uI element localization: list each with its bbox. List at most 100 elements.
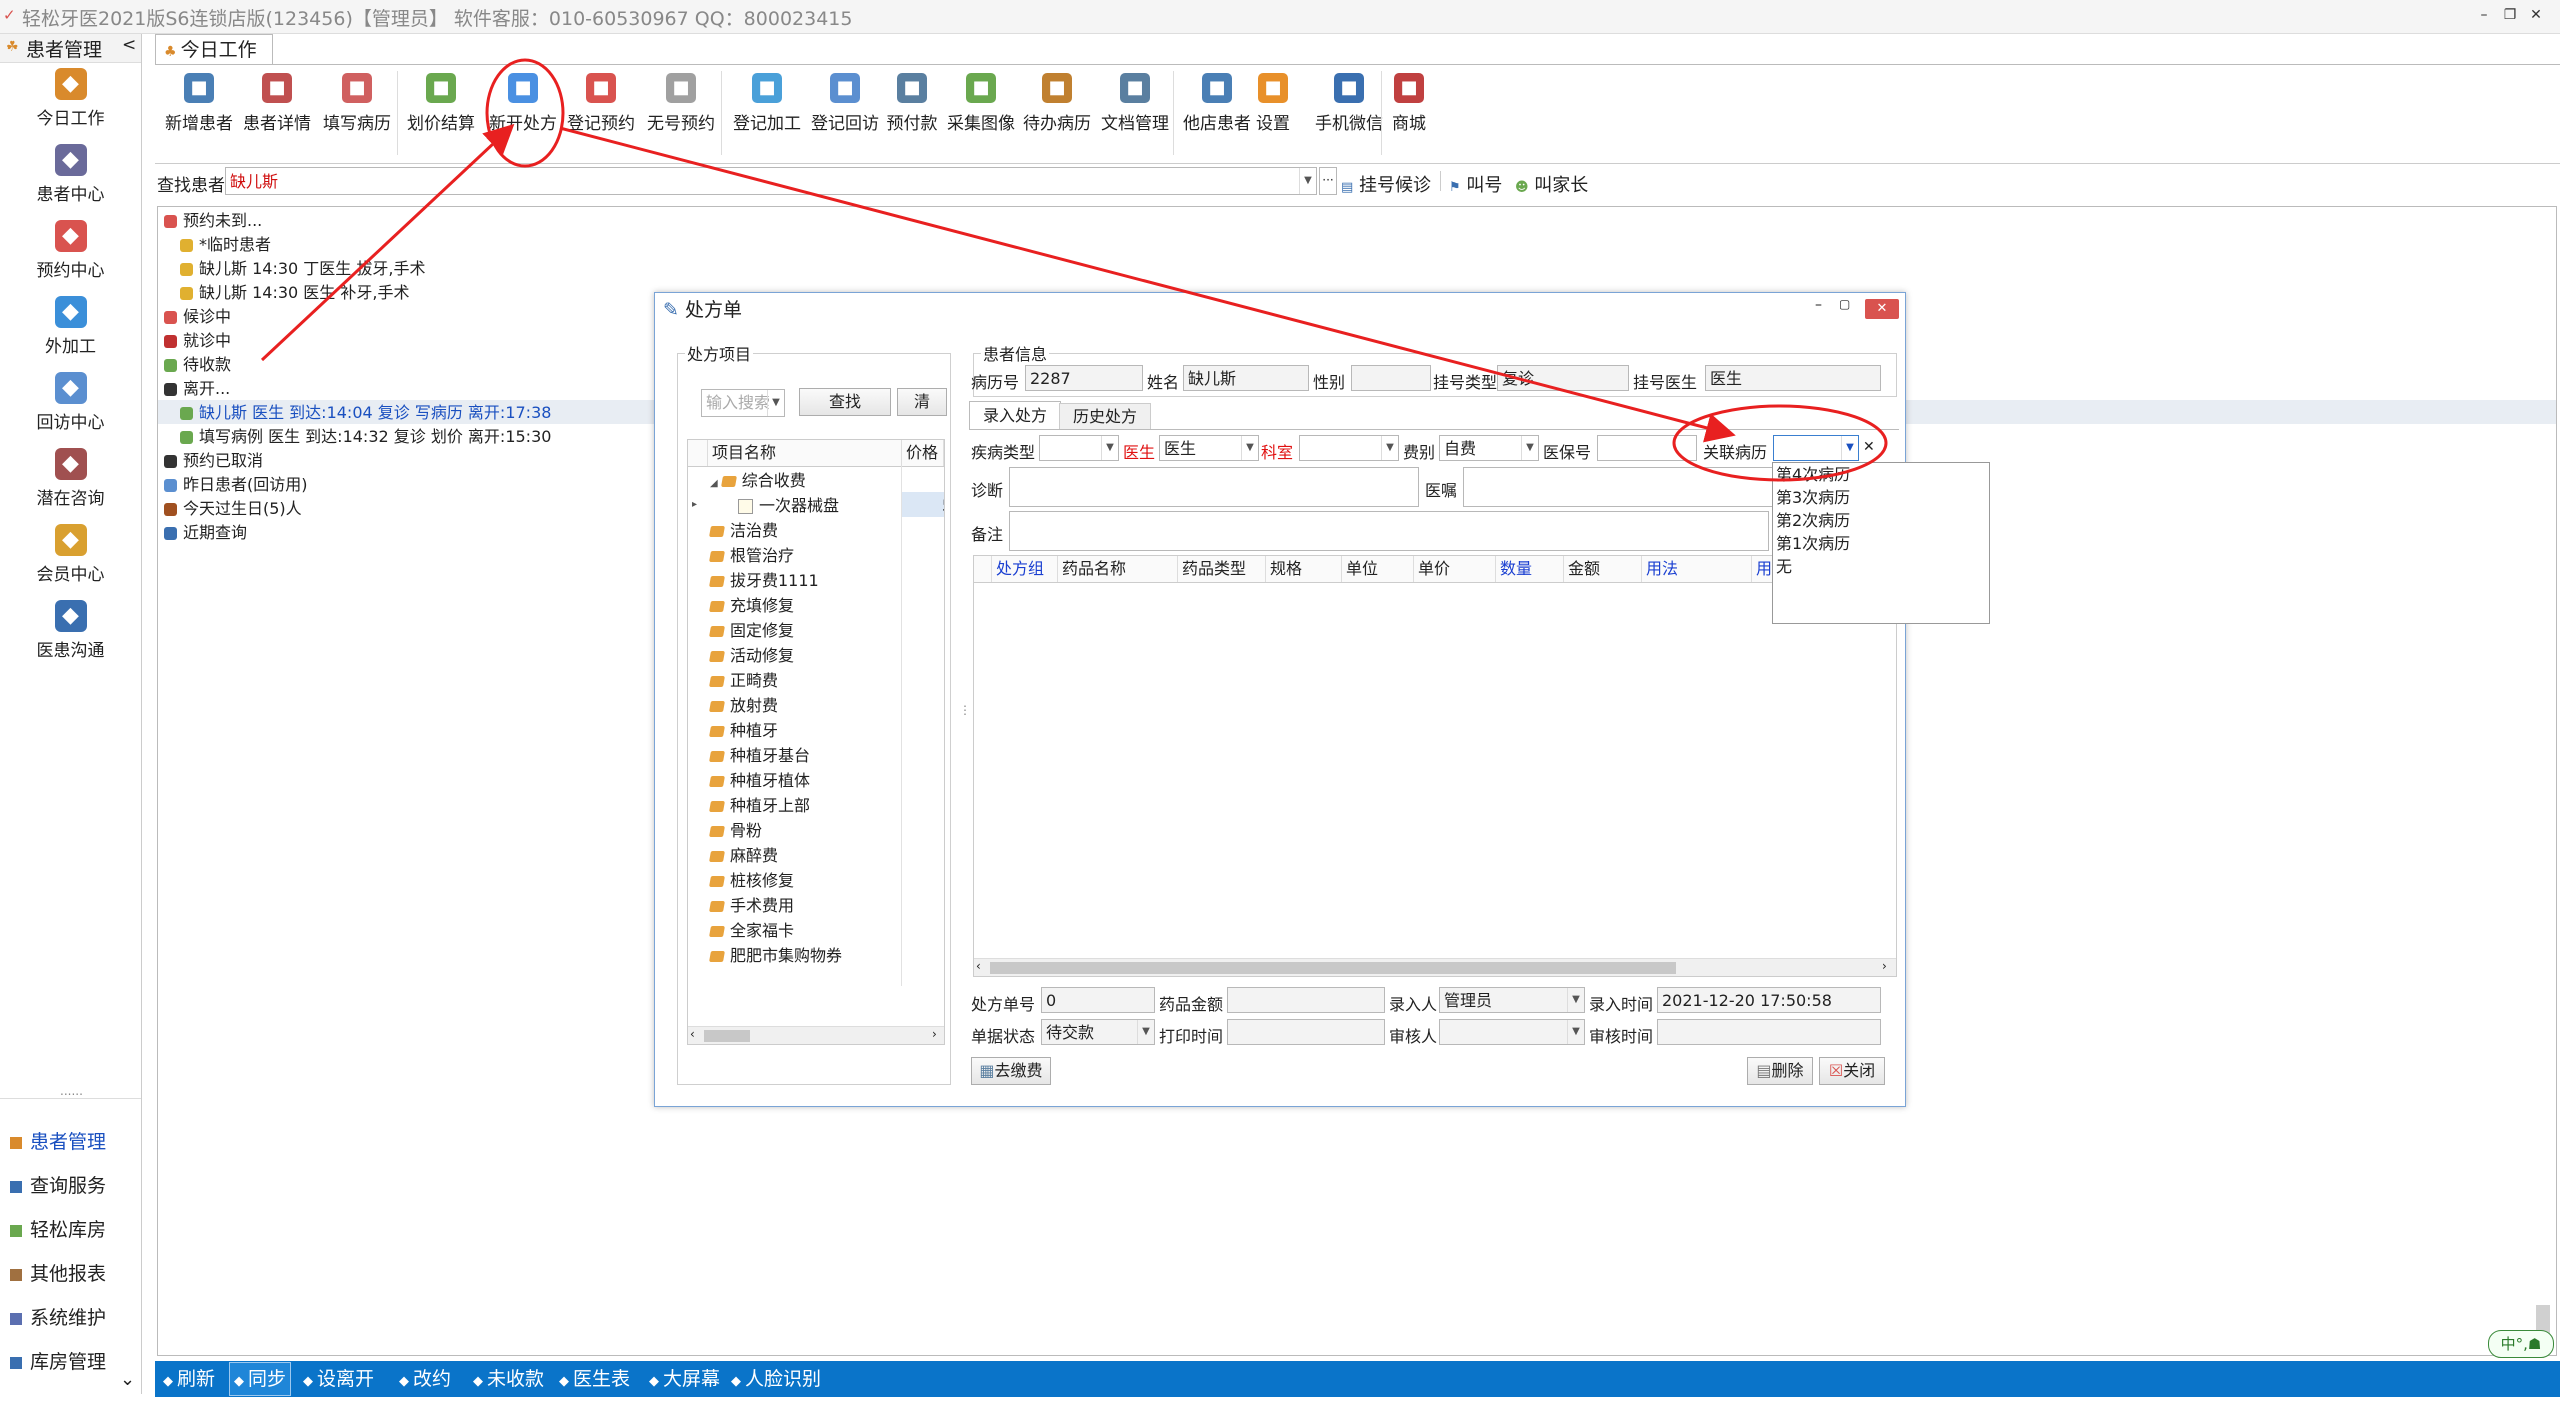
sidebar-item-7[interactable]: ◆ 医患沟通 <box>0 600 141 661</box>
close-button[interactable]: ☒关闭 <box>1819 1057 1885 1085</box>
go-pay-button[interactable]: ▦去缴费 <box>971 1057 1051 1085</box>
call-parent-button[interactable]: ☻ 叫家长 <box>1515 171 1588 197</box>
advice-field[interactable] <box>1463 467 1783 507</box>
grid-scroll-right-icon[interactable]: › <box>1882 959 1887 973</box>
entry-person-select[interactable]: 管理员 ▼ <box>1439 987 1585 1013</box>
sidebar-collapse-button[interactable]: < <box>122 35 136 55</box>
sidebar-splitter[interactable]: ...... <box>60 1084 83 1098</box>
ribbon-button-2[interactable]: ■ 填写病历 <box>321 73 393 153</box>
item-row[interactable]: 固定修复 <box>709 618 794 643</box>
item-row[interactable]: 正畸费 <box>709 668 778 693</box>
remark-field[interactable] <box>1009 511 1769 551</box>
tree-item[interactable]: 离开... <box>164 377 230 401</box>
tree-item[interactable]: 填写病例 医生 到达:14:32 复诊 划价 离开:15:30 <box>180 425 551 449</box>
restore-button[interactable]: ❐ <box>2500 6 2520 24</box>
dialog-minimize-button[interactable]: – <box>1815 297 1822 313</box>
gender-field[interactable] <box>1351 365 1431 391</box>
items-col-price[interactable]: 价格 <box>902 440 944 466</box>
link-record-option[interactable]: 第1次病历 <box>1776 532 1850 555</box>
sidebar-bottom-item-3[interactable]: 其他报表 <box>0 1254 141 1294</box>
link-record-option[interactable]: 第4次病历 <box>1776 463 1850 486</box>
statusbar-button-4[interactable]: ◆ 未收款 <box>473 1361 544 1397</box>
item-row[interactable]: 充填修复 <box>709 593 794 618</box>
grid-col-header[interactable]: 单位 <box>1342 556 1414 582</box>
dialog-title-bar[interactable]: ✎ 处方单 <box>655 293 1905 327</box>
sidebar-item-1[interactable]: ◆ 患者中心 <box>0 144 141 205</box>
tree-item[interactable]: 今天过生日(5)人 <box>164 497 302 521</box>
sidebar-bottom-item-0[interactable]: 患者管理 <box>0 1122 141 1162</box>
dept-dropdown-icon[interactable]: ▼ <box>1381 436 1398 460</box>
ribbon-button-12[interactable]: ■ 文档管理 <box>1099 73 1171 153</box>
entry-time-field[interactable]: 2021-12-20 17:50:58 <box>1657 987 1881 1013</box>
grid-col-header[interactable]: 处方组 <box>992 556 1058 582</box>
items-scroll-left-icon[interactable]: ‹ <box>690 1027 695 1041</box>
ribbon-button-10[interactable]: ■ 采集图像 <box>947 73 1015 153</box>
search-ellipsis-button[interactable]: ··· <box>1319 167 1337 195</box>
item-row[interactable]: 洁治费 <box>709 518 778 543</box>
tree-item[interactable]: 缺儿斯 医生 到达:14:04 复诊 写病历 离开:17:38 <box>180 401 551 425</box>
tab-today-work[interactable]: ♣ 今日工作 <box>155 34 273 65</box>
item-row[interactable]: 一次器械盘 <box>738 493 839 518</box>
name-field[interactable]: 缺儿斯 <box>1183 365 1309 391</box>
item-clear-button[interactable]: 清 <box>897 388 947 416</box>
record-no-field[interactable]: 2287 <box>1025 365 1143 391</box>
statusbar-button-5[interactable]: ◆ 医生表 <box>559 1361 630 1397</box>
sidebar-item-0[interactable]: ◆ 今日工作 <box>0 68 141 129</box>
link-record-clear-icon[interactable]: ✕ <box>1863 439 1875 455</box>
statusbar-button-2[interactable]: ◆ 设离开 <box>303 1361 374 1397</box>
sidebar-item-5[interactable]: ◆ 潜在咨询 <box>0 448 141 509</box>
reg-type-field[interactable]: 复诊 <box>1497 365 1629 391</box>
items-scroll-thumb[interactable] <box>704 1030 750 1042</box>
ime-indicator[interactable]: 中°,☗ <box>2488 1330 2554 1358</box>
tree-item[interactable]: 预约未到... <box>164 209 262 233</box>
link-record-option[interactable]: 无 <box>1776 555 1792 578</box>
doc-status-dropdown-icon[interactable]: ▼ <box>1137 1020 1154 1044</box>
ribbon-button-13[interactable]: ■ 他店患者 <box>1181 73 1253 153</box>
dept-select[interactable]: ▼ <box>1299 435 1399 461</box>
grid-col-header[interactable]: 药品名称 <box>1058 556 1178 582</box>
items-hscrollbar[interactable]: ‹ › <box>688 1026 944 1044</box>
sidebar-item-2[interactable]: ◆ 预约中心 <box>0 220 141 281</box>
ribbon-button-5[interactable]: ■ 登记预约 <box>565 73 637 153</box>
link-record-dropdown-icon[interactable]: ▼ <box>1841 436 1858 460</box>
item-row[interactable]: 种植牙基台 <box>709 743 810 768</box>
ribbon-button-15[interactable]: ■ 手机微信 <box>1313 73 1385 153</box>
ribbon-button-0[interactable]: ■ 新增患者 <box>163 73 235 153</box>
link-record-option[interactable]: 第3次病历 <box>1776 486 1850 509</box>
grid-scroll-thumb[interactable] <box>990 962 1676 974</box>
ribbon-button-9[interactable]: ■ 预付款 <box>885 73 939 153</box>
doc-status-select[interactable]: 待交款 ▼ <box>1041 1019 1155 1045</box>
sidebar-bottom-chevron[interactable]: ⌄ <box>120 1369 135 1390</box>
item-row[interactable]: ◢ 综合收费 <box>710 468 806 493</box>
fee-type-select[interactable]: 自费 ▼ <box>1439 435 1539 461</box>
disease-type-select[interactable]: ▼ <box>1039 435 1119 461</box>
sidebar-bottom-item-2[interactable]: 轻松库房 <box>0 1210 141 1250</box>
sidebar-item-4[interactable]: ◆ 回访中心 <box>0 372 141 433</box>
link-record-select[interactable]: ▼ <box>1773 435 1859 461</box>
item-search-input[interactable]: 输入搜索 ▼ <box>701 389 785 417</box>
grid-col-header[interactable]: 数量 <box>1496 556 1564 582</box>
ribbon-button-11[interactable]: ■ 待办病历 <box>1021 73 1093 153</box>
item-row[interactable]: 种植牙上部 <box>709 793 810 818</box>
item-row[interactable]: 根管治疗 <box>709 543 794 568</box>
tree-item[interactable]: 预约已取消 <box>164 449 263 473</box>
diagnosis-field[interactable] <box>1009 467 1419 507</box>
dialog-maximize-button[interactable]: ▢ <box>1839 297 1850 311</box>
reg-doctor-field[interactable]: 医生 <box>1705 365 1881 391</box>
statusbar-button-6[interactable]: ◆ 大屏幕 <box>649 1361 720 1397</box>
statusbar-button-3[interactable]: ◆ 改约 <box>399 1361 451 1397</box>
reviewer-select[interactable]: ▼ <box>1439 1019 1585 1045</box>
item-find-button[interactable]: 查找 <box>799 388 891 416</box>
grid-col-header[interactable]: 规格 <box>1266 556 1342 582</box>
reviewer-dropdown-icon[interactable]: ▼ <box>1567 1020 1584 1044</box>
ribbon-button-8[interactable]: ■ 登记回访 <box>809 73 881 153</box>
ribbon-button-4[interactable]: ■ 新开处方 <box>485 73 561 153</box>
item-row[interactable]: 种植牙 <box>709 718 778 743</box>
tree-item[interactable]: 待收款 <box>164 353 231 377</box>
fee-type-dropdown-icon[interactable]: ▼ <box>1521 436 1538 460</box>
sidebar-bottom-item-1[interactable]: 查询服务 <box>0 1166 141 1206</box>
item-row[interactable]: 放射费 <box>709 693 778 718</box>
tab-history-prescription[interactable]: 历史处方 <box>1059 403 1151 430</box>
order-no-field[interactable]: 0 <box>1041 987 1155 1013</box>
sidebar-item-3[interactable]: ◆ 外加工 <box>0 296 141 357</box>
